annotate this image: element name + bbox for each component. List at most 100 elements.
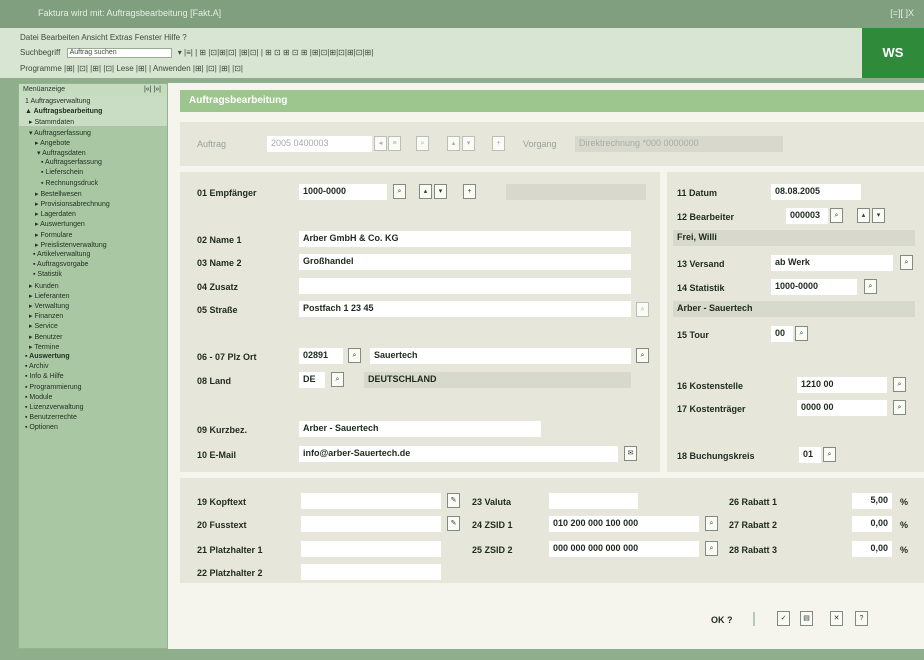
sidebar-item[interactable]: ▪ Archiv: [25, 363, 49, 370]
empfaenger-new-button[interactable]: +: [463, 184, 476, 199]
sidebar-item[interactable]: ▪ Programmierung: [25, 384, 82, 391]
kurzbez-field[interactable]: Arber - Sauertech: [299, 421, 541, 437]
sidebar-item[interactable]: ▸ Stammdaten: [29, 118, 74, 126]
plz-lookup-button[interactable]: ⌕: [348, 348, 361, 363]
cancel-button[interactable]: ✕: [830, 611, 843, 626]
versand-field[interactable]: ab Werk: [771, 255, 893, 271]
platzhalter2-field[interactable]: [301, 564, 441, 580]
rabatt3-field[interactable]: 0,00: [852, 541, 892, 557]
auftrag-field[interactable]: 2005 0400003: [267, 136, 372, 152]
auftrag-prev-button[interactable]: ◂: [374, 136, 387, 151]
auftrag-down-button[interactable]: ▾: [462, 136, 475, 151]
sidebar-item[interactable]: ▸ Termine: [29, 343, 59, 351]
empfaenger-up-button[interactable]: ▴: [419, 184, 432, 199]
bearbeiter-up-button[interactable]: ▴: [857, 208, 870, 223]
tour-field[interactable]: 00: [771, 326, 793, 342]
search-combo[interactable]: Auftrag suchen: [66, 48, 172, 58]
sidebar-item[interactable]: 1 Auftragsverwaltung: [25, 98, 90, 105]
sidebar-item[interactable]: ▪ Statistik: [33, 271, 62, 278]
buchungskreis-lookup-button[interactable]: ⌕: [823, 447, 836, 462]
statistik-lookup-button[interactable]: ⌕: [864, 279, 877, 294]
window-controls[interactable]: [=][ ]X: [890, 8, 914, 18]
bearbeiter-down-button[interactable]: ▾: [872, 208, 885, 223]
platzhalter1-field[interactable]: [301, 541, 441, 557]
sidebar-item[interactable]: ▸ Lagerdaten: [35, 210, 76, 218]
ort-lookup-button[interactable]: ⌕: [636, 348, 649, 363]
ok-button[interactable]: ✓: [777, 611, 790, 626]
kostenstelle-field[interactable]: 1210 00: [797, 377, 887, 393]
kopftext-edit-button[interactable]: ✎: [447, 493, 460, 508]
auftrag-up-button[interactable]: ▴: [447, 136, 460, 151]
auftrag-new-button[interactable]: +: [492, 136, 505, 151]
sidebar-item[interactable]: ▸ Finanzen: [29, 312, 63, 320]
zsid2-field[interactable]: 000 000 000 000 000: [549, 541, 699, 557]
strasse-field[interactable]: Postfach 1 23 45: [299, 301, 631, 317]
tour-lookup-button[interactable]: ⌕: [795, 326, 808, 341]
zsid1-field[interactable]: 010 200 000 100 000: [549, 516, 699, 532]
sidebar-item[interactable]: ▪ Info & Hilfe: [25, 373, 64, 380]
toolbar-row-2[interactable]: Programme |⊞| |⊡| |⊞| |⊡| Lese |⊞| | Anw…: [20, 64, 243, 73]
sidebar-item[interactable]: ▸ Provisionsabrechnung: [35, 200, 110, 208]
zsid1-lookup-button[interactable]: ⌕: [705, 516, 718, 531]
name2-field[interactable]: Großhandel: [299, 254, 631, 270]
fusstext-field[interactable]: [301, 516, 441, 532]
buchungskreis-field[interactable]: 01: [799, 447, 821, 463]
datum-field[interactable]: 08.08.2005: [771, 184, 861, 200]
save-button[interactable]: ▤: [800, 611, 813, 626]
auftrag-list-button[interactable]: ≡: [388, 136, 401, 151]
bearbeiter-lookup-button[interactable]: ⌕: [830, 208, 843, 223]
zsid2-lookup-button[interactable]: ⌕: [705, 541, 718, 556]
plz-field[interactable]: 02891: [299, 348, 343, 364]
sidebar-item[interactable]: ▪ Lizenzverwaltung: [25, 404, 84, 411]
land-lookup-button[interactable]: ⌕: [331, 372, 344, 387]
sidebar-item[interactable]: ▪ Lieferschein: [41, 169, 83, 176]
sidebar-item[interactable]: ▸ Formulare: [35, 231, 72, 239]
fusstext-edit-button[interactable]: ✎: [447, 516, 460, 531]
sidebar-item[interactable]: ▪ Module: [25, 394, 52, 401]
sidebar-item[interactable]: ▸ Benutzer: [29, 333, 62, 341]
sidebar-item[interactable]: ▪ Auftragsvorgabe: [33, 261, 88, 268]
sidebar-item[interactable]: ▸ Auswertungen: [35, 220, 85, 228]
versand-lookup-button[interactable]: ⌕: [900, 255, 913, 270]
email-field[interactable]: info@arber-Sauertech.de: [299, 446, 618, 462]
sidebar-collapse-icon[interactable]: |«| |»|: [144, 86, 161, 93]
sidebar-item[interactable]: ▸ Kunden: [29, 282, 59, 290]
help-button[interactable]: ?: [855, 611, 868, 626]
strasse-lookup-button[interactable]: ⌕: [636, 302, 649, 317]
sidebar-item[interactable]: ▸ Lieferanten: [29, 292, 70, 300]
empfaenger-lookup-button[interactable]: ⌕: [393, 184, 406, 199]
valuta-field[interactable]: [549, 493, 638, 509]
name1-field[interactable]: Arber GmbH & Co. KG: [299, 231, 631, 247]
zusatz-field[interactable]: [299, 278, 631, 294]
sidebar-item[interactable]: ▪ Auftragserfassung: [41, 159, 102, 166]
rabatt2-field[interactable]: 0,00: [852, 516, 892, 532]
sidebar-item[interactable]: ▸ Service: [29, 322, 58, 330]
rabatt1-field[interactable]: 5,00: [852, 493, 892, 509]
statistik-field[interactable]: 1000-0000: [771, 279, 857, 295]
kostenstelle-lookup-button[interactable]: ⌕: [893, 377, 906, 392]
empfaenger-down-button[interactable]: ▾: [434, 184, 447, 199]
email-send-button[interactable]: ✉: [624, 446, 637, 461]
sidebar-item[interactable]: ▪ Optionen: [25, 424, 58, 431]
sidebar-item[interactable]: ▪ Rechnungsdruck: [41, 180, 98, 187]
land-code-field[interactable]: DE: [299, 372, 325, 388]
sidebar-item[interactable]: ▾ Auftragsdaten: [37, 149, 86, 157]
sidebar-item[interactable]: ▪ Benutzerrechte: [25, 414, 77, 421]
auftrag-search-button[interactable]: ⌕: [416, 136, 429, 151]
sidebar-item[interactable]: ▪ Auswertung: [25, 353, 70, 360]
empfaenger-field[interactable]: 1000-0000: [299, 184, 387, 200]
sidebar-item[interactable]: ▸ Preislistenverwaltung: [35, 241, 107, 249]
toolbar-buttons[interactable]: ▾ |≡| | ⊞ |⊡|⊞|⊡| |⊞|⊡| | ⊞ ⊡ ⊞ ⊡ ⊞ |⊞|⊡…: [178, 48, 374, 57]
sidebar-item[interactable]: ▲ Auftragsbearbeitung: [25, 108, 102, 115]
kopftext-field[interactable]: [301, 493, 441, 509]
bearbeiter-field[interactable]: 000003: [786, 208, 828, 224]
sidebar-item[interactable]: ▸ Verwaltung: [29, 302, 69, 310]
ort-field[interactable]: Sauertech: [370, 348, 631, 364]
sidebar-item[interactable]: ▾ Auftragserfassung: [29, 129, 91, 137]
kostentraeger-lookup-button[interactable]: ⌕: [893, 400, 906, 415]
menu-bar[interactable]: Datei Bearbeiten Ansicht Extras Fenster …: [20, 33, 187, 42]
sidebar-item[interactable]: ▸ Angebote: [35, 139, 70, 147]
sidebar-item[interactable]: ▸ Bestellwesen: [35, 190, 82, 198]
sidebar-item[interactable]: ▪ Artikelverwaltung: [33, 251, 90, 258]
kostentraeger-field[interactable]: 0000 00: [797, 400, 887, 416]
